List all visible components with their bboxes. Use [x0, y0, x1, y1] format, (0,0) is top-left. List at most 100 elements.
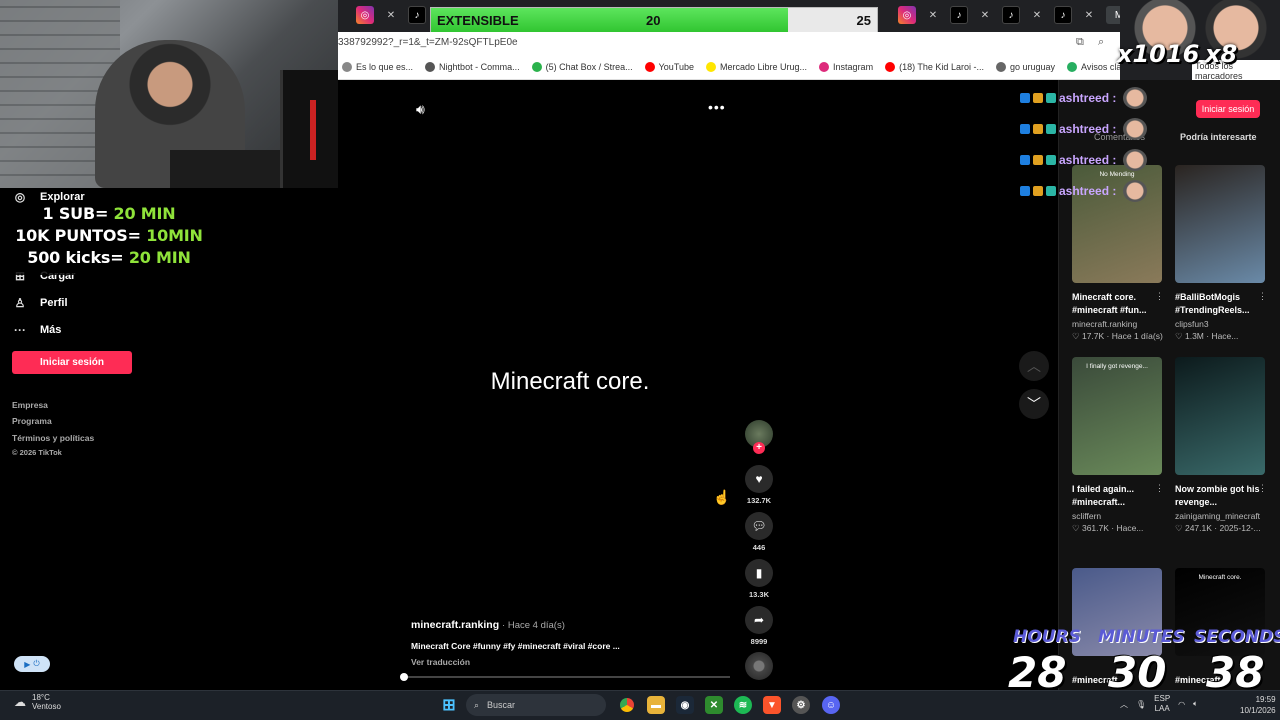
instagram-tab-icon[interactable]: ◎	[356, 6, 374, 24]
save-button[interactable]: ▮ 13.3K	[745, 559, 773, 599]
address-bar[interactable]: 338792992?_r=1&_t=ZM-92sQFTLpE0e ⧉ ⌕	[338, 32, 1120, 54]
card-more-icon[interactable]: ⋮	[1258, 291, 1267, 302]
webcam-overlay	[0, 0, 338, 188]
spotify-icon[interactable]: ≋	[734, 696, 752, 714]
sidebar-item-explore[interactable]: ◎ Explorar	[12, 190, 85, 204]
music-disc-icon[interactable]	[745, 652, 773, 680]
url-text[interactable]: 338792992?_r=1&_t=ZM-92sQFTLpE0e	[338, 37, 518, 48]
clock-time: 19:59	[1255, 695, 1276, 704]
rule-line-subs: 1 SUB= 20 MIN	[42, 204, 176, 223]
card-author[interactable]: scliffern	[1072, 511, 1162, 521]
bookmark-item[interactable]: Mercado Libre Urug...	[706, 61, 807, 72]
tiktok-tab-icon[interactable]: ♪	[408, 6, 426, 24]
author-name[interactable]: minecraft.ranking	[411, 619, 499, 631]
chevron-up-icon: ︿	[1027, 358, 1041, 374]
close-tab-icon[interactable]: ✕	[1080, 6, 1098, 24]
language[interactable]: ESP	[1154, 694, 1170, 704]
chat-badge-icon	[1046, 155, 1056, 165]
tiktok-tab-icon[interactable]: ♪	[1054, 6, 1072, 24]
wifi-icon[interactable]: ◠	[1178, 700, 1185, 709]
bookmark-item[interactable]: Nightbot - Comma...	[425, 61, 520, 72]
close-tab-icon[interactable]: ✕	[924, 6, 942, 24]
card-more-icon[interactable]: ⋮	[1258, 483, 1267, 494]
previous-video-button[interactable]: ︿	[1019, 351, 1049, 381]
instagram-tab-icon[interactable]: ◎	[898, 6, 916, 24]
active-tab[interactable]: M	[1106, 6, 1120, 24]
steam-icon[interactable]: ◉	[676, 696, 694, 714]
video-author[interactable]: minecraft.ranking · Hace 4 día(s)	[411, 619, 565, 631]
card-title[interactable]: #BalliBotMogis #TrendingReels...	[1175, 291, 1265, 317]
login-button-right[interactable]: Iniciar sesión	[1196, 100, 1260, 118]
footer-link-terms[interactable]: Términos y políticas	[12, 433, 94, 443]
video-thumbnail[interactable]	[1175, 165, 1265, 283]
comment-button[interactable]: 💬︎ 446	[745, 512, 773, 552]
tiktok-tab-icon[interactable]: ♪	[1002, 6, 1020, 24]
brave-icon[interactable]: ▼	[763, 696, 781, 714]
bookmark-item[interactable]: Instagram	[819, 61, 873, 72]
card-title[interactable]: I failed again... #minecraft...	[1072, 483, 1162, 509]
sidebar-item-label: Explorar	[40, 191, 85, 203]
card-title[interactable]: Now zombie got his revenge...	[1175, 483, 1265, 509]
tiktok-tab-icon[interactable]: ♪	[950, 6, 968, 24]
discord-icon[interactable]: ☺	[822, 696, 840, 714]
weather-desc: Ventoso	[32, 702, 61, 711]
follow-plus-icon[interactable]: +	[753, 442, 765, 454]
chat-username: ashtreed :	[1059, 184, 1117, 198]
bookmark-favicon-icon	[644, 61, 655, 72]
chevron-up-icon[interactable]: ︿	[1120, 699, 1128, 710]
bookmark-favicon-icon	[885, 61, 896, 72]
taskbar-clock[interactable]: 19:59 10/1/2026	[1240, 694, 1276, 716]
system-tray: ︿ 🎙︎ ESP LAA ◠ 🔈︎	[1120, 694, 1198, 714]
footer-link-program[interactable]: Programa	[12, 416, 52, 426]
card-author[interactable]: clipsfun3	[1175, 319, 1265, 329]
more-options-icon[interactable]: •••	[708, 99, 726, 115]
close-tab-icon[interactable]: ✕	[1028, 6, 1046, 24]
bookmark-item[interactable]: (5) Chat Box / Strea...	[531, 61, 633, 72]
video-progress-knob[interactable]	[400, 673, 408, 681]
sidebar-item-more[interactable]: ··· Más	[12, 323, 61, 337]
zoom-icon[interactable]: ⌕	[1098, 36, 1104, 49]
bookmark-item[interactable]: (18) The Kid Laroi -...	[885, 61, 984, 72]
next-video-button[interactable]: ﹀	[1019, 389, 1049, 419]
speaker-icon[interactable]: 🔈︎	[1193, 699, 1198, 709]
login-button[interactable]: Iniciar sesión	[12, 351, 132, 374]
bookmark-item[interactable]: Avisos clasificados g...	[1067, 61, 1120, 72]
stream-widget-pill[interactable]: ▶ ⏻	[14, 656, 50, 672]
mic-icon[interactable]: 🎙︎	[1136, 700, 1146, 709]
video-progress-bar[interactable]	[404, 676, 730, 678]
close-tab-icon[interactable]: ✕	[976, 6, 994, 24]
card-more-icon[interactable]: ⋮	[1155, 291, 1164, 302]
more-dots-icon: ···	[14, 323, 26, 337]
footer-link-company[interactable]: Empresa	[12, 400, 48, 410]
card-more-icon[interactable]: ⋮	[1155, 483, 1164, 494]
translate-link[interactable]: Ver traducción	[411, 657, 470, 667]
sidebar-item-profile[interactable]: ♙ Perfil	[12, 296, 68, 310]
bookmark-favicon-icon	[1067, 61, 1077, 72]
taskbar-search[interactable]: ⌕ Buscar	[466, 694, 606, 716]
chrome-icon[interactable]	[618, 696, 636, 714]
language-layout[interactable]: LAA	[1154, 704, 1170, 714]
windows-start-icon[interactable]: ⊞	[440, 696, 458, 714]
chat-badge-icon	[1020, 155, 1030, 165]
install-icon[interactable]: ⧉	[1076, 36, 1084, 49]
card-title[interactable]: Minecraft core. #minecraft #fun...	[1072, 291, 1162, 317]
share-count: 8999	[750, 637, 768, 646]
share-button[interactable]: ➦ 8999	[745, 606, 773, 646]
like-button[interactable]: ♥ 132.7K	[745, 465, 773, 505]
volume-icon[interactable]: 🔊︎	[416, 101, 425, 118]
file-explorer-icon[interactable]: ▬	[647, 696, 665, 714]
close-tab-icon[interactable]: ✕	[382, 6, 400, 24]
bookmark-item[interactable]: go uruguay	[995, 61, 1055, 72]
tab-recommended[interactable]: Podría interesarte	[1180, 132, 1257, 142]
video-thumbnail[interactable]	[1175, 357, 1265, 475]
bookmark-item[interactable]: Es lo que es...	[342, 61, 413, 72]
copyright: © 2026 TikTok	[12, 448, 62, 457]
weather-widget[interactable]: ☁ 18°C Ventoso	[14, 693, 61, 711]
bookmark-item[interactable]: YouTube	[644, 61, 694, 72]
card-author[interactable]: zainigaming_minecraft	[1175, 511, 1265, 521]
video-thumbnail[interactable]: I finally got revenge...	[1072, 357, 1162, 475]
card-author[interactable]: minecraft.ranking	[1072, 319, 1162, 329]
card-meta: ♡ 247.1K · 2025-12-...	[1175, 523, 1261, 533]
settings-icon[interactable]: ⚙	[792, 696, 810, 714]
xbox-icon[interactable]: ✕	[705, 696, 723, 714]
